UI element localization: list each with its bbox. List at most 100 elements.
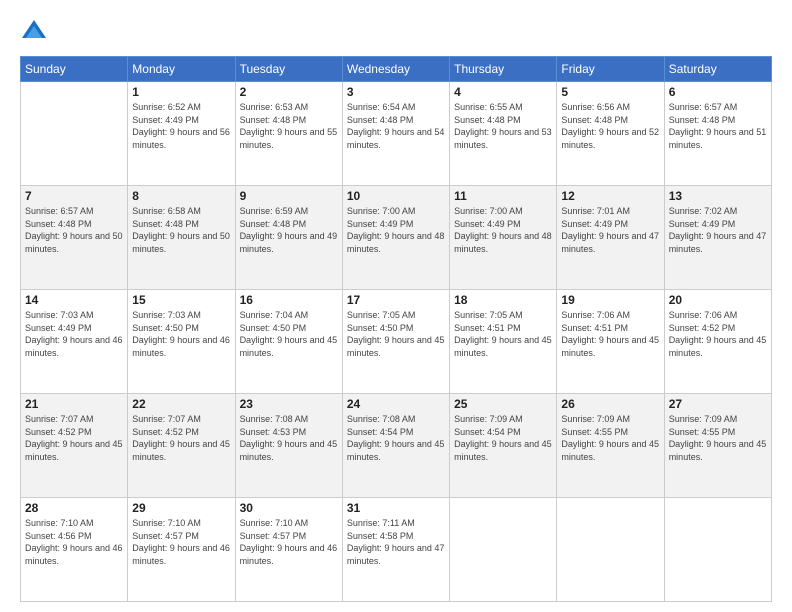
calendar-day-cell: 13Sunrise: 7:02 AMSunset: 4:49 PMDayligh… xyxy=(664,186,771,290)
day-number: 18 xyxy=(454,293,552,307)
calendar-day-cell: 9 Sunrise: 6:59 AMSunset: 4:48 PMDaylight… xyxy=(235,186,342,290)
day-number: 28 xyxy=(25,501,123,515)
calendar-week-row: 7 Sunrise: 6:57 AMSunset: 4:48 PMDaylight… xyxy=(21,186,772,290)
calendar-day-cell xyxy=(450,498,557,602)
day-info: Sunrise: 6:52 AMSunset: 4:49 PMDaylight:… xyxy=(132,101,230,151)
calendar-header-row: SundayMondayTuesdayWednesdayThursdayFrid… xyxy=(21,57,772,82)
calendar-day-cell xyxy=(664,498,771,602)
calendar-day-cell: 21 Sunrise: 7:07 AMSunset: 4:52 PMDayligh… xyxy=(21,394,128,498)
calendar-day-cell: 19 Sunrise: 7:06 AMSunset: 4:51 PMDayligh… xyxy=(557,290,664,394)
day-number: 9 xyxy=(240,189,338,203)
day-number: 25 xyxy=(454,397,552,411)
day-info: Sunrise: 7:09 AMSunset: 4:55 PMDaylight:… xyxy=(561,413,659,463)
calendar-day-cell: 31 Sunrise: 7:11 AMSunset: 4:58 PMDayligh… xyxy=(342,498,449,602)
calendar-week-row: 28Sunrise: 7:10 AMSunset: 4:56 PMDayligh… xyxy=(21,498,772,602)
calendar-day-cell: 25 Sunrise: 7:09 AMSunset: 4:54 PMDayligh… xyxy=(450,394,557,498)
calendar-day-cell: 29 Sunrise: 7:10 AMSunset: 4:57 PMDayligh… xyxy=(128,498,235,602)
day-number: 1 xyxy=(132,85,230,99)
day-info: Sunrise: 7:07 AMSunset: 4:52 PMDaylight:… xyxy=(132,413,230,463)
day-number: 24 xyxy=(347,397,445,411)
calendar-day-cell: 1 Sunrise: 6:52 AMSunset: 4:49 PMDaylight… xyxy=(128,82,235,186)
day-number: 8 xyxy=(132,189,230,203)
day-number: 21 xyxy=(25,397,123,411)
day-number: 10 xyxy=(347,189,445,203)
calendar-day-cell: 22 Sunrise: 7:07 AMSunset: 4:52 PMDayligh… xyxy=(128,394,235,498)
day-info: Sunrise: 7:01 AMSunset: 4:49 PMDaylight:… xyxy=(561,205,659,255)
day-number: 22 xyxy=(132,397,230,411)
day-number: 12 xyxy=(561,189,659,203)
day-info: Sunrise: 7:11 AMSunset: 4:58 PMDaylight:… xyxy=(347,517,445,567)
day-number: 27 xyxy=(669,397,767,411)
day-info: Sunrise: 7:09 AMSunset: 4:55 PMDaylight:… xyxy=(669,413,767,463)
calendar-day-cell: 30 Sunrise: 7:10 AMSunset: 4:57 PMDayligh… xyxy=(235,498,342,602)
day-number: 13 xyxy=(669,189,767,203)
day-number: 6 xyxy=(669,85,767,99)
day-number: 26 xyxy=(561,397,659,411)
calendar-day-cell: 18 Sunrise: 7:05 AMSunset: 4:51 PMDayligh… xyxy=(450,290,557,394)
day-info: Sunrise: 7:04 AMSunset: 4:50 PMDaylight:… xyxy=(240,309,338,359)
calendar-day-cell: 11Sunrise: 7:00 AMSunset: 4:49 PMDayligh… xyxy=(450,186,557,290)
day-number: 23 xyxy=(240,397,338,411)
calendar-day-cell: 28Sunrise: 7:10 AMSunset: 4:56 PMDayligh… xyxy=(21,498,128,602)
day-info: Sunrise: 6:57 AMSunset: 4:48 PMDaylight:… xyxy=(669,101,767,151)
day-number: 5 xyxy=(561,85,659,99)
calendar-day-cell: 16 Sunrise: 7:04 AMSunset: 4:50 PMDayligh… xyxy=(235,290,342,394)
day-info: Sunrise: 7:08 AMSunset: 4:54 PMDaylight:… xyxy=(347,413,445,463)
day-number: 16 xyxy=(240,293,338,307)
day-info: Sunrise: 7:03 AMSunset: 4:50 PMDaylight:… xyxy=(132,309,230,359)
day-number: 20 xyxy=(669,293,767,307)
day-number: 30 xyxy=(240,501,338,515)
calendar-week-row: 21 Sunrise: 7:07 AMSunset: 4:52 PMDayligh… xyxy=(21,394,772,498)
calendar-day-cell: 14 Sunrise: 7:03 AMSunset: 4:49 PMDayligh… xyxy=(21,290,128,394)
header xyxy=(20,18,772,46)
day-number: 7 xyxy=(25,189,123,203)
day-number: 3 xyxy=(347,85,445,99)
calendar-table: SundayMondayTuesdayWednesdayThursdayFrid… xyxy=(20,56,772,602)
calendar-day-cell xyxy=(557,498,664,602)
day-info: Sunrise: 7:06 AMSunset: 4:52 PMDaylight:… xyxy=(669,309,767,359)
calendar-day-cell: 27 Sunrise: 7:09 AMSunset: 4:55 PMDayligh… xyxy=(664,394,771,498)
day-info: Sunrise: 7:10 AMSunset: 4:57 PMDaylight:… xyxy=(132,517,230,567)
weekday-header: Wednesday xyxy=(342,57,449,82)
calendar-day-cell: 20 Sunrise: 7:06 AMSunset: 4:52 PMDayligh… xyxy=(664,290,771,394)
day-info: Sunrise: 7:05 AMSunset: 4:50 PMDaylight:… xyxy=(347,309,445,359)
day-info: Sunrise: 7:00 AMSunset: 4:49 PMDaylight:… xyxy=(347,205,445,255)
day-info: Sunrise: 6:54 AMSunset: 4:48 PMDaylight:… xyxy=(347,101,445,151)
day-info: Sunrise: 7:03 AMSunset: 4:49 PMDaylight:… xyxy=(25,309,123,359)
weekday-header: Tuesday xyxy=(235,57,342,82)
weekday-header: Saturday xyxy=(664,57,771,82)
day-info: Sunrise: 6:57 AMSunset: 4:48 PMDaylight:… xyxy=(25,205,123,255)
calendar-day-cell: 23 Sunrise: 7:08 AMSunset: 4:53 PMDayligh… xyxy=(235,394,342,498)
day-info: Sunrise: 7:09 AMSunset: 4:54 PMDaylight:… xyxy=(454,413,552,463)
calendar-day-cell: 3 Sunrise: 6:54 AMSunset: 4:48 PMDaylight… xyxy=(342,82,449,186)
calendar-day-cell: 6 Sunrise: 6:57 AMSunset: 4:48 PMDaylight… xyxy=(664,82,771,186)
calendar-day-cell: 2 Sunrise: 6:53 AMSunset: 4:48 PMDaylight… xyxy=(235,82,342,186)
day-number: 2 xyxy=(240,85,338,99)
day-number: 17 xyxy=(347,293,445,307)
calendar-day-cell: 10 Sunrise: 7:00 AMSunset: 4:49 PMDayligh… xyxy=(342,186,449,290)
day-info: Sunrise: 7:07 AMSunset: 4:52 PMDaylight:… xyxy=(25,413,123,463)
day-number: 31 xyxy=(347,501,445,515)
day-info: Sunrise: 6:56 AMSunset: 4:48 PMDaylight:… xyxy=(561,101,659,151)
day-info: Sunrise: 7:08 AMSunset: 4:53 PMDaylight:… xyxy=(240,413,338,463)
day-info: Sunrise: 7:06 AMSunset: 4:51 PMDaylight:… xyxy=(561,309,659,359)
day-number: 14 xyxy=(25,293,123,307)
day-number: 11 xyxy=(454,189,552,203)
weekday-header: Monday xyxy=(128,57,235,82)
logo xyxy=(20,18,52,46)
day-number: 15 xyxy=(132,293,230,307)
day-number: 19 xyxy=(561,293,659,307)
page: SundayMondayTuesdayWednesdayThursdayFrid… xyxy=(0,0,792,612)
day-info: Sunrise: 7:10 AMSunset: 4:57 PMDaylight:… xyxy=(240,517,338,567)
logo-icon xyxy=(20,18,48,46)
day-info: Sunrise: 7:05 AMSunset: 4:51 PMDaylight:… xyxy=(454,309,552,359)
calendar-day-cell: 24 Sunrise: 7:08 AMSunset: 4:54 PMDayligh… xyxy=(342,394,449,498)
calendar-day-cell: 15 Sunrise: 7:03 AMSunset: 4:50 PMDayligh… xyxy=(128,290,235,394)
weekday-header: Sunday xyxy=(21,57,128,82)
day-info: Sunrise: 6:59 AMSunset: 4:48 PMDaylight:… xyxy=(240,205,338,255)
calendar-day-cell: 12 Sunrise: 7:01 AMSunset: 4:49 PMDayligh… xyxy=(557,186,664,290)
calendar-day-cell xyxy=(21,82,128,186)
calendar-week-row: 1 Sunrise: 6:52 AMSunset: 4:49 PMDaylight… xyxy=(21,82,772,186)
day-number: 29 xyxy=(132,501,230,515)
day-info: Sunrise: 6:53 AMSunset: 4:48 PMDaylight:… xyxy=(240,101,338,151)
